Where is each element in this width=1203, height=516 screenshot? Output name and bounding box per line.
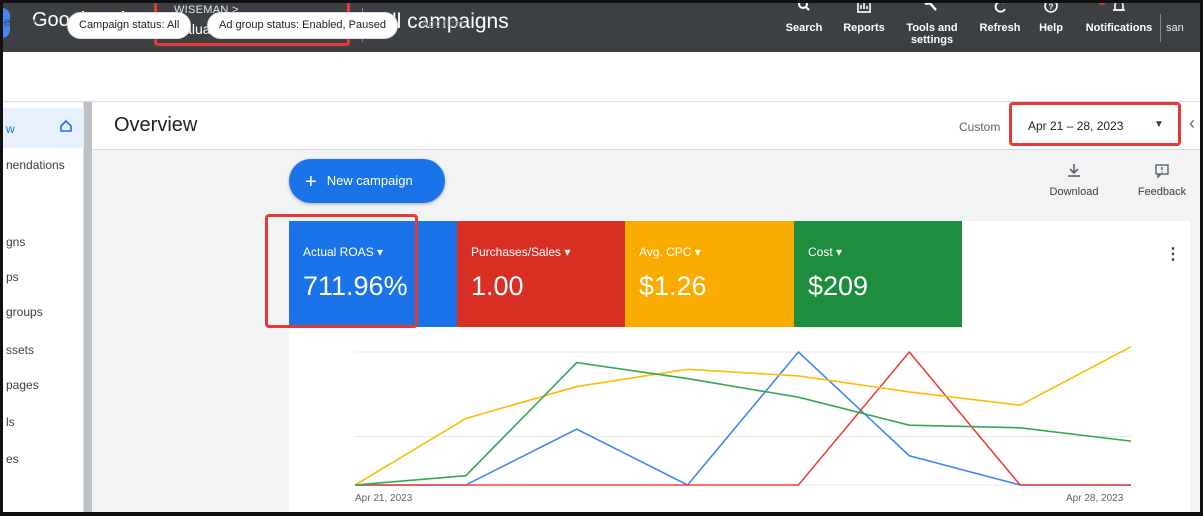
download-button[interactable]: Download <box>1046 164 1102 198</box>
tools-settings-button[interactable]: Tools and settings <box>900 0 964 52</box>
help-icon: ? <box>1034 0 1068 22</box>
date-range-picker[interactable]: Apr 21 – 28, 2023 <box>1028 119 1123 133</box>
date-range-type: Custom <box>959 120 1001 134</box>
scorecard-metric-label: Cost <box>808 245 833 259</box>
scorecard-metric-selector[interactable]: Avg. CPC ▾ <box>639 245 701 259</box>
add-filter-button[interactable]: Add filter <box>421 18 464 30</box>
search-button[interactable]: Search <box>784 0 824 52</box>
search-icon <box>784 0 824 22</box>
series-line-cost <box>354 361 1132 486</box>
download-label: Download <box>1049 186 1099 198</box>
scorecard-highlight <box>265 214 418 328</box>
nav-item-overview[interactable]: w <box>6 122 15 136</box>
notifications-label: Notifications <box>1085 22 1153 34</box>
reports-button[interactable]: Reports <box>840 0 888 52</box>
refresh-icon <box>974 0 1026 22</box>
feedback-label: Feedback <box>1137 186 1187 198</box>
x-axis-end-label: Apr 28, 2023 <box>1066 493 1124 504</box>
header-divider-right <box>1160 14 1161 42</box>
refresh-button[interactable]: Refresh <box>974 0 1026 52</box>
help-label: Help <box>1039 22 1063 34</box>
scorecard-metric-label: Purchases/Sales <box>471 245 562 259</box>
nav-item-audiences[interactable]: es <box>6 452 19 466</box>
wrench-icon <box>900 0 964 22</box>
download-icon <box>1046 164 1102 186</box>
nav-item-landing-pages[interactable]: pages <box>6 378 39 392</box>
home-icon[interactable] <box>60 119 72 135</box>
feedback-button[interactable]: Feedback <box>1133 164 1191 198</box>
scorecard-metric-label: Avg. CPC <box>639 245 692 259</box>
plus-icon: + <box>305 171 317 193</box>
notifications-button[interactable]: Notifications <box>1082 0 1156 52</box>
scorecard-metric-selector[interactable]: Purchases/Sales ▾ <box>471 245 570 259</box>
series-line-avg-cpc <box>354 345 1132 486</box>
scorecard-value: 1.00 <box>471 271 524 301</box>
overview-title: Overview <box>114 114 198 136</box>
nav-item-recommendations[interactable]: nendations <box>6 158 65 172</box>
filter-toggle[interactable]: e filter <box>4 15 37 29</box>
bell-icon <box>1082 0 1156 22</box>
new-campaign-label: New campaign <box>326 173 413 188</box>
nav-item-assets[interactable]: ssets <box>6 343 34 357</box>
performance-line-chart <box>354 345 1132 487</box>
filter-bar <box>0 52 1203 102</box>
nav-item-ad-groups[interactable]: ps <box>6 270 19 284</box>
filter-chip-ad-group-status[interactable]: Ad group status: Enabled, Paused <box>207 12 398 39</box>
scorecard-value: $1.26 <box>639 271 707 301</box>
refresh-label: Refresh <box>979 22 1021 34</box>
more-vert-icon[interactable]: ⋮ <box>1165 244 1181 264</box>
svg-text:?: ? <box>1049 3 1054 12</box>
reports-label: Reports <box>843 22 885 34</box>
new-campaign-button[interactable]: + New campaign <box>289 159 445 203</box>
scorecard-avg-cpc[interactable]: Avg. CPC ▾ $1.26 <box>625 221 794 327</box>
feedback-icon <box>1133 164 1191 186</box>
scorecard-metric-selector[interactable]: Cost ▾ <box>808 245 842 259</box>
scorecard-value: $209 <box>808 271 869 301</box>
scorecard-purchases-sales[interactable]: Purchases/Sales ▾ 1.00 <box>457 221 625 327</box>
search-label: Search <box>785 22 823 34</box>
filter-chip-campaign-status[interactable]: Campaign status: All <box>67 12 192 39</box>
caret-down-icon[interactable]: ▼ <box>1154 119 1164 130</box>
user-account[interactable]: san <box>1166 22 1184 34</box>
chevron-left-icon[interactable]: ‹ <box>1189 113 1195 134</box>
nav-item-keywords[interactable]: ls <box>6 415 15 429</box>
nav-item-asset-groups[interactable]: groups <box>6 305 43 319</box>
tools-label-line2: settings <box>910 34 954 46</box>
nav-item-campaigns[interactable]: gns <box>6 235 25 249</box>
nav-resize-gutter[interactable] <box>84 102 92 516</box>
x-axis-start-label: Apr 21, 2023 <box>355 493 413 504</box>
tools-label: Tools and <box>906 22 958 34</box>
reports-icon <box>840 0 888 22</box>
help-button[interactable]: ? Help <box>1034 0 1068 52</box>
scorecard-cost[interactable]: Cost ▾ $209 <box>794 221 962 327</box>
